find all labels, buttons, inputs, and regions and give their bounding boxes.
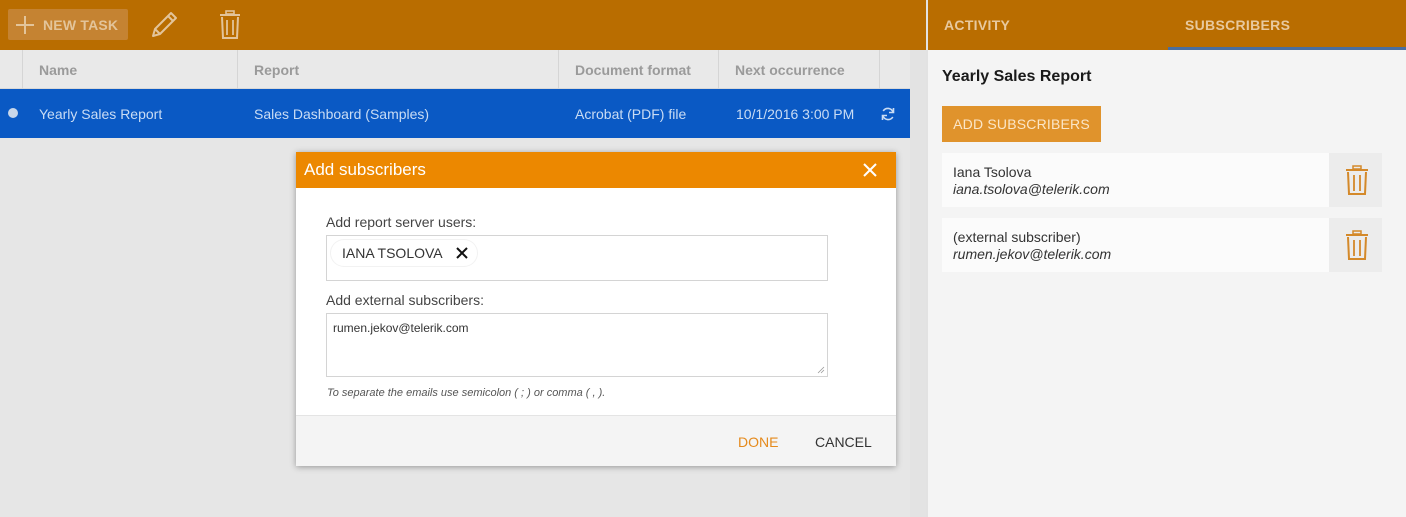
column-header-document-format[interactable]: Document format xyxy=(558,50,718,89)
main-toolbar: NEW TASK xyxy=(0,0,926,50)
user-chip: IANA TSOLOVA xyxy=(331,240,477,266)
trash-icon[interactable] xyxy=(213,8,247,42)
dialog-header[interactable]: Add subscribers xyxy=(296,152,896,188)
column-header-report[interactable]: Report xyxy=(237,50,558,89)
external-subscribers-value: rumen.jekov@telerik.com xyxy=(333,321,469,335)
tab-activity[interactable]: ACTIVITY xyxy=(944,0,1010,50)
remove-chip-icon[interactable] xyxy=(455,246,469,260)
grid-header-select xyxy=(0,50,22,89)
tab-subscribers[interactable]: SUBSCRIBERS xyxy=(1168,0,1406,50)
external-label: Add external subscribers: xyxy=(326,292,484,308)
subscriber-email: iana.tsolova@telerik.com xyxy=(953,181,1110,197)
subscriber-info: (external subscriber) rumen.jekov@teleri… xyxy=(942,218,1329,272)
details-tabs: ACTIVITY SUBSCRIBERS xyxy=(928,0,1406,50)
pencil-icon[interactable] xyxy=(147,8,181,42)
add-subscribers-button[interactable]: ADD SUBSCRIBERS xyxy=(942,106,1101,142)
grid-scrollbar[interactable] xyxy=(910,50,926,517)
dialog-footer: DONE CANCEL xyxy=(296,415,896,466)
subscriber-email: rumen.jekov@telerik.com xyxy=(953,246,1112,262)
users-multiselect[interactable]: IANA TSOLOVA xyxy=(326,235,828,281)
plus-icon xyxy=(16,15,34,34)
refresh-icon[interactable] xyxy=(880,89,898,138)
trash-icon[interactable] xyxy=(1344,230,1370,260)
subscriber-info: Iana Tsolova iana.tsolova@telerik.com xyxy=(942,153,1329,207)
subscriber-card: (external subscriber) rumen.jekov@teleri… xyxy=(942,218,1382,272)
column-header-actions xyxy=(879,50,910,89)
subscribers-panel: Yearly Sales Report ADD SUBSCRIBERS Iana… xyxy=(928,50,1406,517)
row-format: Acrobat (PDF) file xyxy=(575,105,687,122)
add-subscribers-dialog: Add subscribers Add report server users:… xyxy=(296,152,896,466)
dialog-title: Add subscribers xyxy=(304,160,426,179)
row-name: Yearly Sales Report xyxy=(39,105,163,122)
cancel-button[interactable]: CANCEL xyxy=(815,416,872,467)
subscriber-card: Iana Tsolova iana.tsolova@telerik.com xyxy=(942,153,1382,207)
new-task-button[interactable]: NEW TASK xyxy=(8,9,128,40)
external-subscribers-textarea[interactable]: rumen.jekov@telerik.com xyxy=(326,313,828,377)
users-label: Add report server users: xyxy=(326,214,477,230)
separator-hint: To separate the emails use semicolon ( ;… xyxy=(327,387,606,399)
row-next-occurrence: 10/1/2016 3:00 PM xyxy=(736,105,855,122)
row-bullet-icon xyxy=(8,108,18,118)
user-chip-label: IANA TSOLOVA xyxy=(342,245,443,261)
column-header-name[interactable]: Name xyxy=(22,50,237,89)
panel-title: Yearly Sales Report xyxy=(942,68,1092,85)
grid-header: Name Report Document format Next occurre… xyxy=(0,50,910,89)
subscriber-name: Iana Tsolova xyxy=(953,164,1032,180)
table-row[interactable]: Yearly Sales Report Sales Dashboard (Sam… xyxy=(0,89,910,138)
row-report: Sales Dashboard (Samples) xyxy=(254,105,430,122)
close-icon[interactable] xyxy=(860,160,880,180)
done-button[interactable]: DONE xyxy=(738,416,778,467)
new-task-label: NEW TASK xyxy=(43,16,119,33)
column-header-next-occurrence[interactable]: Next occurrence xyxy=(718,50,879,89)
subscriber-name: (external subscriber) xyxy=(953,229,1081,245)
trash-icon[interactable] xyxy=(1344,165,1370,195)
resize-grip-icon[interactable] xyxy=(817,366,825,374)
